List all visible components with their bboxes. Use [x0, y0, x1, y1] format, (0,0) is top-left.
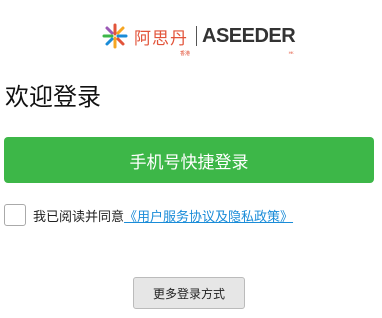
logo-brand-cn: 阿思丹 香港 — [134, 28, 190, 57]
agreement-row: 我已阅读并同意《用户服务协议及隐私政策》 — [4, 204, 293, 226]
logo-brand-cn-small: 香港 — [179, 50, 190, 57]
more-login-options-button[interactable]: 更多登录方式 — [133, 277, 245, 309]
logo-separator — [196, 26, 197, 46]
agreement-prefix: 我已阅读并同意 — [33, 209, 125, 225]
agreement-text: 我已阅读并同意《用户服务协议及隐私政策》 — [33, 206, 293, 225]
agreement-link[interactable]: 《用户服务协议及隐私政策》 — [124, 210, 293, 225]
agreement-checkbox[interactable] — [4, 204, 26, 226]
aseeder-logo-icon — [102, 23, 128, 49]
brand-logo: 阿思丹 香港 ASEEDER HK — [102, 20, 296, 57]
phone-quick-login-button[interactable]: 手机号快捷登录 — [4, 137, 374, 183]
logo-brand-en: ASEEDER HK — [202, 24, 296, 55]
page-title: 欢迎登录 — [5, 83, 101, 111]
logo-brand-en-sub: HK — [288, 49, 294, 55]
